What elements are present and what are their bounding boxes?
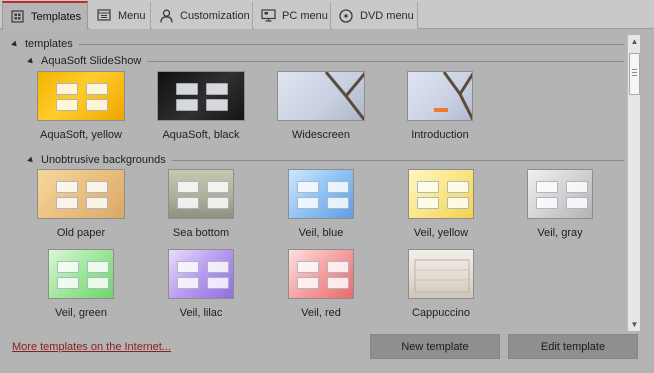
template-item[interactable]: Widescreen	[277, 71, 397, 151]
tab-label: PC menu	[282, 9, 328, 22]
template-label: Old paper	[56, 227, 106, 239]
template-label: Veil, gray	[537, 227, 583, 239]
template-item[interactable]: Veil, gray	[527, 169, 626, 249]
template-item[interactable]: AquaSoft, black	[157, 71, 277, 151]
edit-template-button[interactable]: Edit template	[508, 334, 638, 359]
template-label: Widescreen	[291, 129, 351, 141]
group-header-templates[interactable]: templates	[11, 38, 624, 50]
tab-label: Templates	[31, 10, 82, 23]
more-templates-link[interactable]: More templates on the Internet...	[12, 341, 171, 353]
template-label: Veil, green	[55, 307, 107, 319]
scrollbar-thumb[interactable]	[629, 53, 640, 95]
disc-icon	[338, 8, 354, 24]
template-label: AquaSoft, yellow	[40, 129, 122, 141]
template-thumbnail	[277, 71, 365, 121]
template-thumbnail	[408, 169, 474, 219]
scroll-up-icon[interactable]: ▲	[628, 35, 641, 48]
template-thumbnail	[168, 249, 234, 299]
template-item[interactable]: Introduction	[407, 71, 527, 151]
template-thumbnail	[37, 71, 125, 121]
monitor-icon	[260, 8, 276, 24]
tab-label: Customization	[180, 9, 250, 22]
tab-label: Menu	[118, 9, 146, 22]
tab-customization[interactable]: Customization	[152, 2, 253, 29]
template-thumbnail	[48, 249, 114, 299]
template-item[interactable]: AquaSoft, yellow	[37, 71, 157, 151]
group-header-aquasoft[interactable]: AquaSoft SlideShow	[27, 55, 624, 67]
template-thumbnail	[157, 71, 245, 121]
group-label: templates	[25, 38, 73, 50]
templates-panel: templates AquaSoft SlideShow AquaSoft, y…	[0, 30, 654, 373]
tab-menu[interactable]: Menu	[90, 2, 151, 29]
group-header-unobtrusive[interactable]: Unobtrusive backgrounds	[27, 154, 624, 166]
group-label: AquaSoft SlideShow	[41, 55, 142, 67]
person-icon	[158, 8, 174, 24]
new-template-button[interactable]: New template	[370, 334, 500, 359]
tab-bar: Templates Menu Customization PC menu DVD…	[0, 0, 654, 30]
tab-label: DVD menu	[360, 9, 414, 22]
tab-dvd-menu[interactable]: DVD menu	[332, 2, 418, 29]
group-label: Unobtrusive backgrounds	[41, 154, 166, 166]
divider	[147, 60, 624, 62]
collapse-triangle-icon	[27, 156, 35, 164]
template-label: Cappuccino	[411, 307, 471, 319]
collapse-triangle-icon	[11, 40, 19, 48]
templates-list: templates AquaSoft SlideShow AquaSoft, y…	[6, 34, 626, 330]
tab-templates[interactable]: Templates	[2, 1, 88, 30]
divider	[78, 43, 624, 45]
tab-pc-menu[interactable]: PC menu	[254, 2, 331, 29]
template-label: Veil, yellow	[413, 227, 469, 239]
template-label: Veil, lilac	[179, 307, 223, 319]
template-label: Veil, blue	[298, 227, 344, 239]
template-thumbnail	[168, 169, 234, 219]
template-item[interactable]: Cappuccino	[408, 249, 528, 329]
template-thumbnail	[288, 169, 354, 219]
template-label: Sea bottom	[172, 227, 230, 239]
template-label: Introduction	[411, 129, 469, 141]
template-label: AquaSoft, black	[162, 129, 240, 141]
scroll-down-icon[interactable]: ▼	[628, 318, 641, 331]
template-thumbnail	[407, 71, 473, 121]
templates-icon	[9, 9, 25, 25]
menu-icon	[96, 8, 112, 24]
template-item[interactable]: Old paper	[37, 169, 157, 249]
vertical-scrollbar[interactable]: ▲ ▼	[627, 35, 640, 331]
template-thumbnail	[288, 249, 354, 299]
collapse-triangle-icon	[27, 57, 35, 65]
template-thumbnail	[527, 169, 593, 219]
template-thumbnail	[37, 169, 125, 219]
template-thumbnail	[408, 249, 474, 299]
divider	[171, 159, 624, 161]
template-label: Veil, red	[301, 307, 341, 319]
